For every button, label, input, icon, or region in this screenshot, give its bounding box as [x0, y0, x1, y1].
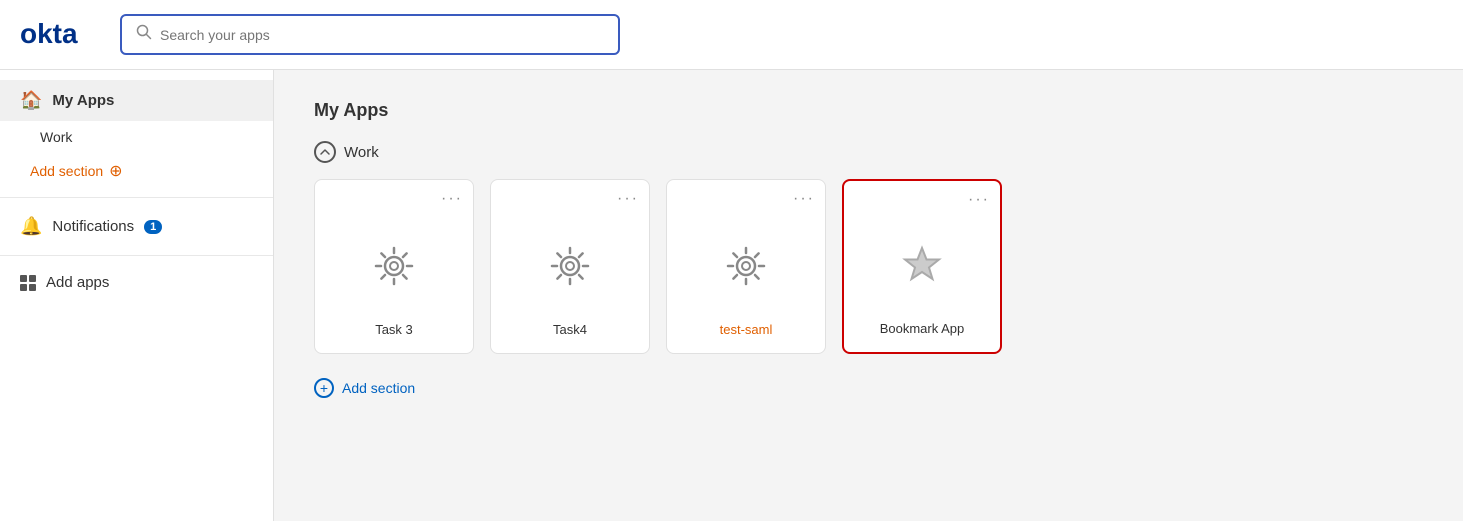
sidebar-my-apps-label: My Apps — [52, 92, 114, 109]
okta-logo: okta — [20, 17, 100, 52]
home-icon: 🏠 — [20, 90, 42, 111]
main-add-section-label: Add section — [342, 380, 415, 396]
search-icon — [136, 24, 152, 45]
grid-icon — [20, 275, 36, 291]
main-content: My Apps Work ··· — [274, 70, 1463, 521]
header: okta — [0, 0, 1463, 70]
add-apps-label: Add apps — [46, 274, 109, 291]
app-card-task4[interactable]: ··· — [490, 179, 650, 354]
search-bar — [120, 14, 620, 55]
work-section-header: Work — [314, 141, 1423, 163]
svg-text:okta: okta — [20, 18, 78, 47]
app-card-bookmark-app[interactable]: ··· Bookmark App — [842, 179, 1002, 354]
notification-badge: 1 — [144, 220, 162, 234]
apps-grid: ··· — [314, 179, 1423, 354]
app-menu-dots-bookmark-app[interactable]: ··· — [968, 191, 990, 209]
app-menu-dots-test-saml[interactable]: ··· — [793, 190, 815, 208]
app-icon-task4 — [544, 210, 596, 322]
sidebar-item-add-apps[interactable]: Add apps — [0, 264, 273, 301]
bell-icon: 🔔 — [20, 216, 42, 237]
app-icon-bookmark-app — [896, 211, 948, 321]
collapse-icon[interactable] — [314, 141, 336, 163]
app-label-task3: Task 3 — [375, 322, 413, 337]
sidebar-add-section[interactable]: Add section ⊕ — [0, 153, 273, 189]
sidebar-divider-1 — [0, 197, 273, 198]
page-title: My Apps — [314, 100, 1423, 121]
sidebar: 🏠 My Apps Work Add section ⊕ 🔔 Notificat… — [0, 70, 274, 521]
body-layout: 🏠 My Apps Work Add section ⊕ 🔔 Notificat… — [0, 70, 1463, 521]
main-add-section[interactable]: + Add section — [314, 378, 1423, 398]
sidebar-item-notifications[interactable]: 🔔 Notifications 1 — [0, 206, 273, 247]
add-section-circle-icon: + — [314, 378, 334, 398]
sidebar-divider-2 — [0, 255, 273, 256]
app-card-test-saml[interactable]: ··· — [666, 179, 826, 354]
app-label-bookmark-app: Bookmark App — [880, 321, 965, 336]
app-menu-dots-task4[interactable]: ··· — [617, 190, 639, 208]
add-section-label: Add section — [30, 163, 103, 179]
app-icon-test-saml — [720, 210, 772, 322]
app-card-task3[interactable]: ··· — [314, 179, 474, 354]
sidebar-work-label: Work — [40, 129, 72, 145]
app-menu-dots-task3[interactable]: ··· — [441, 190, 463, 208]
sidebar-item-work[interactable]: Work — [0, 121, 273, 153]
sidebar-item-my-apps[interactable]: 🏠 My Apps — [0, 80, 273, 121]
notifications-label: Notifications — [52, 218, 134, 235]
add-section-icon: ⊕ — [109, 161, 122, 181]
app-icon-task3 — [368, 210, 420, 322]
app-label-test-saml: test-saml — [720, 322, 773, 337]
search-input[interactable] — [160, 27, 604, 43]
app-label-task4: Task4 — [553, 322, 587, 337]
work-section-label: Work — [344, 144, 379, 161]
